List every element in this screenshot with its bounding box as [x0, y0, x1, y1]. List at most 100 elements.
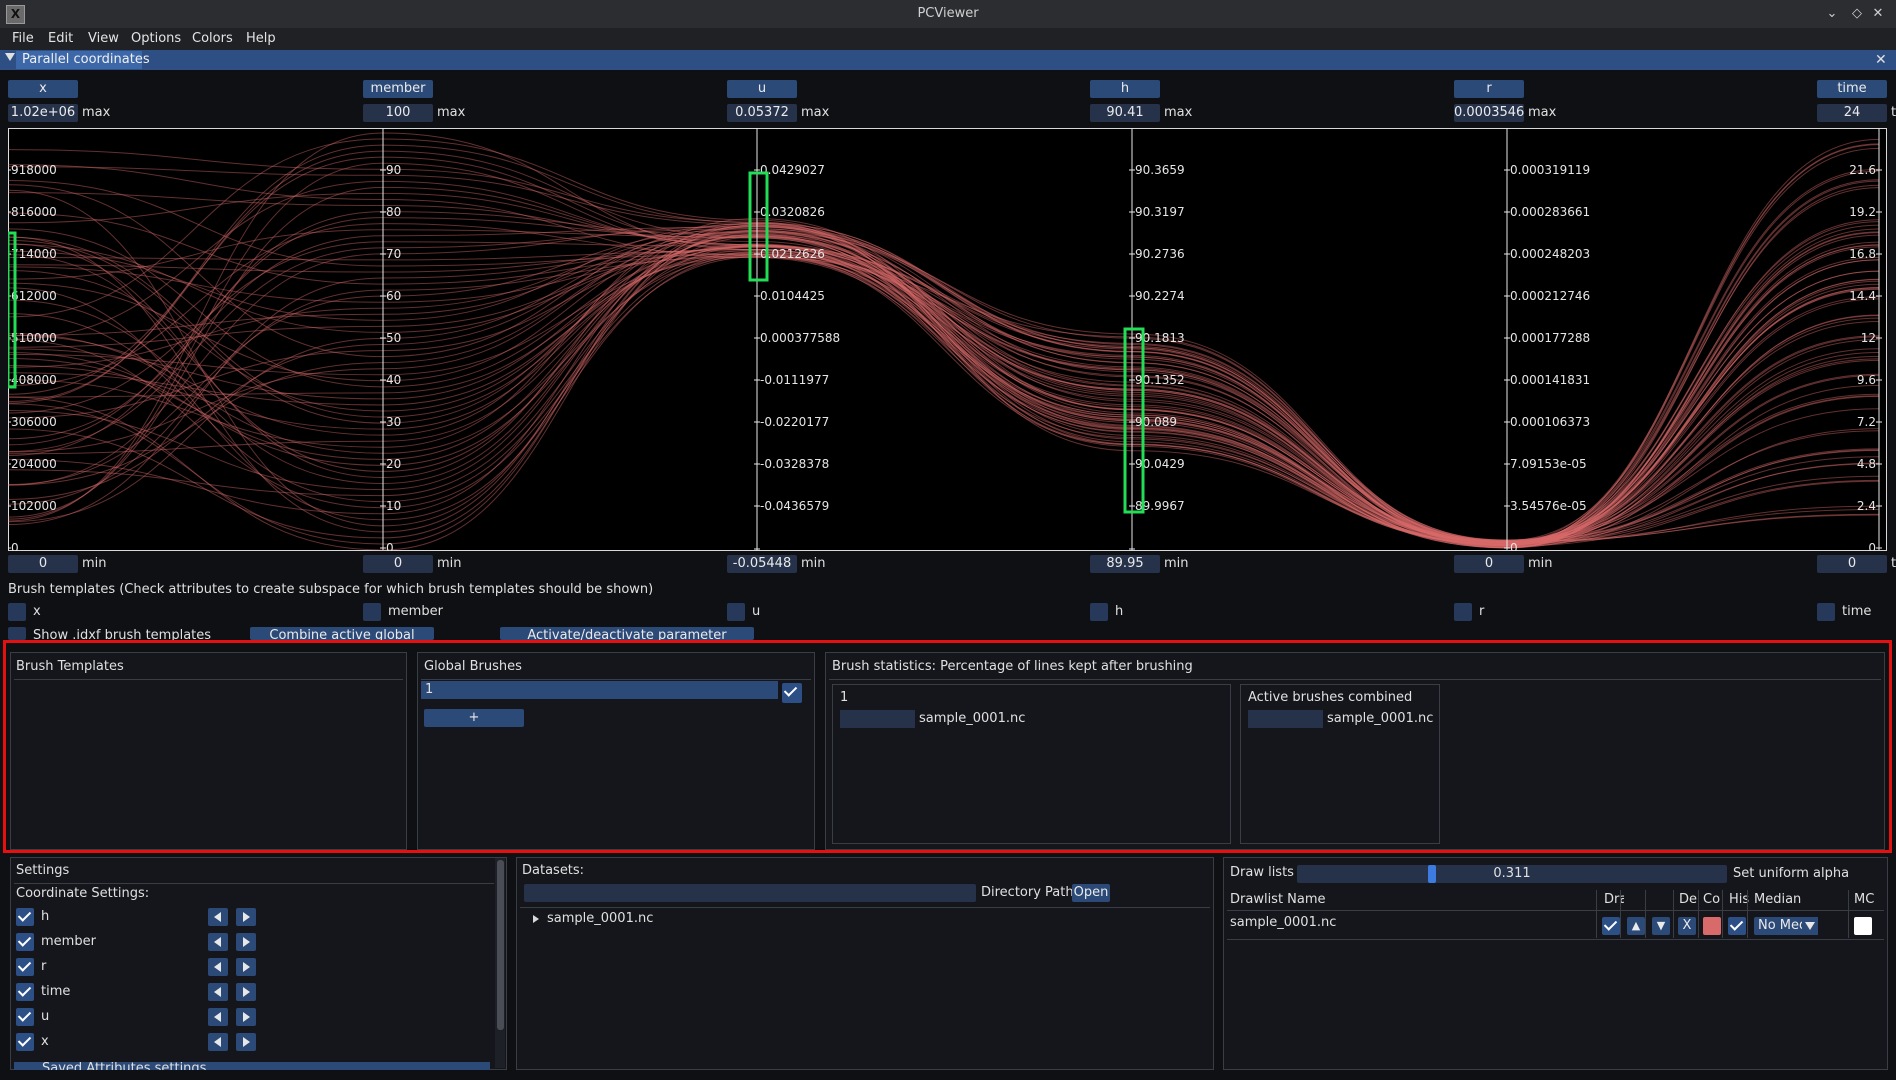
divider: [1722, 890, 1723, 938]
axis-min-time[interactable]: 0: [1817, 555, 1887, 573]
axis-max-h[interactable]: 90.41: [1090, 104, 1160, 122]
show-idxf-checkbox[interactable]: [8, 627, 26, 640]
mc-color-swatch[interactable]: [1854, 917, 1872, 935]
data-line: [8, 168, 1880, 542]
tick-label: 30: [386, 415, 401, 429]
col-median: Median: [1754, 892, 1802, 907]
axis-min-u[interactable]: -0.05448: [727, 555, 797, 573]
tick-label: 306000: [11, 415, 57, 429]
axis-max-r[interactable]: 0.0003546: [1454, 104, 1524, 122]
move-right-icon[interactable]: [236, 1033, 256, 1051]
move-left-icon[interactable]: [208, 933, 228, 951]
max-label: max: [1528, 105, 1557, 120]
alpha-slider-thumb[interactable]: [1428, 865, 1437, 883]
settings-scrollbar-thumb[interactable]: [497, 860, 504, 1030]
coord-checkbox-u[interactable]: [16, 1008, 34, 1026]
tick-label: 0: [1868, 541, 1876, 551]
template-label-x: x: [33, 604, 41, 619]
axis-button-u[interactable]: u: [727, 80, 797, 98]
max-label-cut: t: [1891, 105, 1896, 120]
menu-edit[interactable]: Edit: [48, 28, 73, 50]
axis-button-member[interactable]: member: [363, 80, 433, 98]
axis-max-member[interactable]: 100: [363, 104, 433, 122]
activate-parameter-checkboxes-button[interactable]: Activate/deactivate parameter checkboxes: [500, 627, 754, 640]
collapse-triangle-icon[interactable]: [5, 53, 15, 61]
axis-button-x[interactable]: x: [8, 80, 78, 98]
axis-button-time[interactable]: time: [1817, 80, 1887, 98]
axis-max-u[interactable]: 0.05372: [727, 104, 797, 122]
open-button[interactable]: Open: [1072, 884, 1110, 902]
move-right-icon[interactable]: [236, 1008, 256, 1026]
axis-max-x[interactable]: 1.02e+06: [8, 104, 78, 122]
plot-canvas[interactable]: 9180008160007140006120005100004080003060…: [8, 128, 1887, 551]
menu-file[interactable]: File: [12, 28, 34, 50]
move-down-icon[interactable]: ▼: [1652, 917, 1670, 935]
tick-label: 10: [386, 499, 401, 513]
template-checkbox-x[interactable]: [8, 603, 26, 621]
axis-min-member[interactable]: 0: [363, 555, 433, 573]
dataset-item[interactable]: sample_0001.nc: [547, 910, 653, 928]
move-right-icon[interactable]: [236, 983, 256, 1001]
move-right-icon[interactable]: [236, 958, 256, 976]
drawlist-name: sample_0001.nc: [1230, 915, 1337, 930]
data-line: [8, 224, 1880, 545]
histogram-checkbox[interactable]: [1728, 917, 1746, 935]
panel-close-icon[interactable]: ✕: [1875, 50, 1887, 70]
close-icon[interactable]: ✕: [1869, 4, 1887, 24]
tick-label: 90: [386, 163, 401, 177]
diamond-icon[interactable]: ◇: [1848, 4, 1866, 24]
menu-view[interactable]: View: [88, 28, 119, 50]
min-label: min: [437, 556, 462, 571]
move-left-icon[interactable]: [208, 1033, 228, 1051]
tick-label: -0.0111977: [760, 373, 829, 387]
coord-checkbox-member[interactable]: [16, 933, 34, 951]
data-line: [8, 222, 1880, 549]
axis-max-time[interactable]: 24: [1817, 104, 1887, 122]
coord-checkbox-h[interactable]: [16, 908, 34, 926]
directory-path-input[interactable]: [524, 884, 976, 902]
tick-label: 90.3659: [1135, 163, 1185, 177]
template-checkbox-h[interactable]: [1090, 603, 1108, 621]
min-label-cut: t: [1891, 556, 1896, 571]
axis-button-h[interactable]: h: [1090, 80, 1160, 98]
move-left-icon[interactable]: [208, 1008, 228, 1026]
expand-triangle-icon[interactable]: [533, 915, 539, 923]
min-label: min: [1528, 556, 1553, 571]
tick-label: 7.2: [1857, 415, 1876, 429]
coord-checkbox-time[interactable]: [16, 983, 34, 1001]
menu-options[interactable]: Options: [131, 28, 181, 50]
template-checkbox-r[interactable]: [1454, 603, 1472, 621]
axis-min-r[interactable]: 0: [1454, 555, 1524, 573]
divider: [1227, 939, 1884, 940]
delete-button[interactable]: X: [1678, 917, 1696, 935]
data-line: [8, 180, 1880, 547]
tick-label: -0.0220177: [760, 415, 829, 429]
template-checkbox-u[interactable]: [727, 603, 745, 621]
col-delete: De: [1679, 892, 1698, 907]
draw-checkbox[interactable]: [1602, 917, 1620, 935]
chevron-down-icon[interactable]: ⌄: [1823, 4, 1841, 24]
menu-help[interactable]: Help: [246, 28, 276, 50]
move-right-icon[interactable]: [236, 933, 256, 951]
move-left-icon[interactable]: [208, 908, 228, 926]
axis-min-h[interactable]: 89.95: [1090, 555, 1160, 573]
template-checkbox-time[interactable]: [1817, 603, 1835, 621]
tick-label: 16.8: [1849, 247, 1876, 261]
move-left-icon[interactable]: [208, 983, 228, 1001]
move-left-icon[interactable]: [208, 958, 228, 976]
axis-button-r[interactable]: r: [1454, 80, 1524, 98]
tick-label: 714000: [11, 247, 57, 261]
coord-checkbox-x[interactable]: [16, 1033, 34, 1051]
coord-checkbox-r[interactable]: [16, 958, 34, 976]
tick-label: 20: [386, 457, 401, 471]
template-label-u: u: [752, 604, 761, 619]
axis-min-x[interactable]: 0: [8, 555, 78, 573]
combine-brushes-button[interactable]: Combine active global brushes: [250, 627, 434, 640]
move-right-icon[interactable]: [236, 908, 256, 926]
coordinate-settings-title: Coordinate Settings:: [16, 886, 150, 901]
menu-colors[interactable]: Colors: [192, 28, 233, 50]
median-dropdown-icon[interactable]: [1802, 917, 1818, 935]
color-swatch[interactable]: [1703, 917, 1721, 935]
template-checkbox-member[interactable]: [363, 603, 381, 621]
move-up-icon[interactable]: ▲: [1627, 917, 1645, 935]
